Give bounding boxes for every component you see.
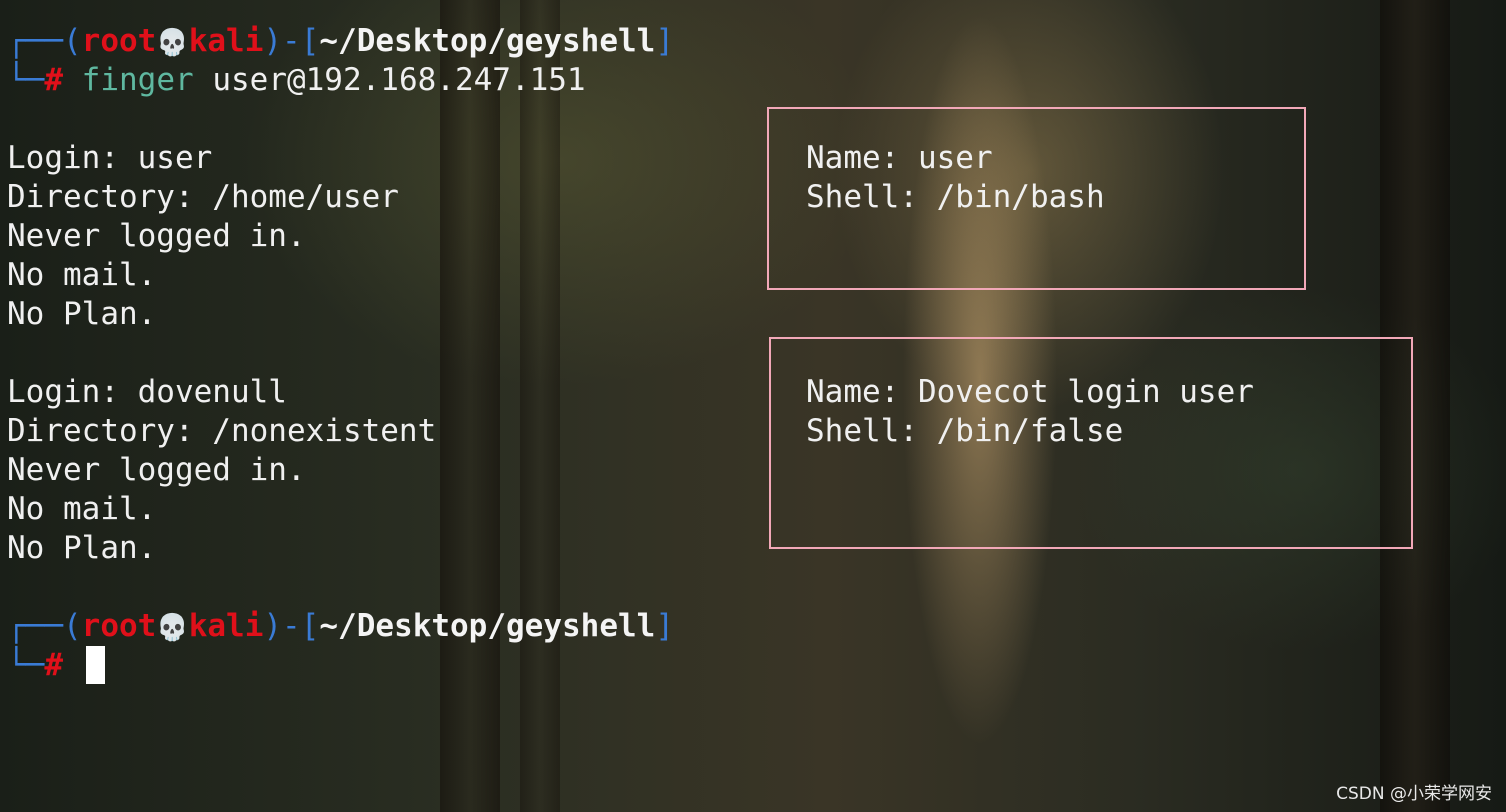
prompt2-sep: - xyxy=(282,608,301,644)
command-argument: user@192.168.247.151 xyxy=(212,62,586,98)
prompt2-close-bracket: ] xyxy=(655,608,674,644)
entry2-plan: No Plan. xyxy=(7,530,157,566)
prompt2-line-top: ┌──(root💀kali)-[~/Desktop/geyshell] xyxy=(7,607,674,648)
prompt-open-paren: ( xyxy=(63,23,82,59)
prompt2-host: kali xyxy=(188,608,264,644)
prompt-sep: - xyxy=(282,23,301,59)
command-name: finger xyxy=(81,62,194,98)
prompt-line-command: └─# finger user@192.168.247.151 xyxy=(7,61,586,100)
entry1-mail: No mail. xyxy=(7,257,157,293)
terminal-window[interactable]: ┌──(root💀kali)-[~/Desktop/geyshell] └─# … xyxy=(0,0,1506,812)
prompt2-path: ~/Desktop/geyshell xyxy=(319,608,656,644)
prompt2-user: root xyxy=(81,608,157,644)
prompt-host: kali xyxy=(188,23,264,59)
prompt2-symbol: # xyxy=(44,647,63,683)
prompt2-line-input: └─# xyxy=(7,646,63,685)
prompt-user: root xyxy=(81,23,157,59)
entry1-logged: Never logged in. xyxy=(7,218,306,254)
prompt-path: ~/Desktop/geyshell xyxy=(319,23,656,59)
entry1-login: Login: user xyxy=(7,140,213,176)
terminal-cursor[interactable] xyxy=(86,646,105,684)
prompt-corner-bottom: └─ xyxy=(7,62,45,98)
entry2-mail: No mail. xyxy=(7,491,157,527)
prompt-open-bracket: [ xyxy=(300,23,320,59)
prompt2-corner-top: ┌── xyxy=(7,608,63,644)
watermark: CSDN @小荣学网安 xyxy=(1336,784,1492,804)
prompt2-open-bracket: [ xyxy=(300,608,320,644)
prompt2-corner-bottom: └─ xyxy=(7,647,45,683)
skull-icon: 💀 xyxy=(156,613,189,643)
prompt-close-bracket: ] xyxy=(655,23,674,59)
prompt-line-top: ┌──(root💀kali)-[~/Desktop/geyshell] xyxy=(7,22,674,63)
entry2-login: Login: dovenull xyxy=(7,374,287,410)
entry1-directory: Directory: /home/user xyxy=(7,179,399,215)
entry2-directory: Directory: /nonexistent xyxy=(7,413,437,449)
prompt-symbol: # xyxy=(44,62,63,98)
prompt2-close-paren: ) xyxy=(263,608,283,644)
prompt-corner-top: ┌── xyxy=(7,23,63,59)
highlight-box-user xyxy=(767,107,1306,290)
skull-icon: 💀 xyxy=(156,28,189,58)
prompt-close-paren: ) xyxy=(263,23,283,59)
highlight-box-dovenull xyxy=(769,337,1413,549)
entry2-logged: Never logged in. xyxy=(7,452,306,488)
prompt2-open-paren: ( xyxy=(63,608,82,644)
entry1-plan: No Plan. xyxy=(7,296,157,332)
